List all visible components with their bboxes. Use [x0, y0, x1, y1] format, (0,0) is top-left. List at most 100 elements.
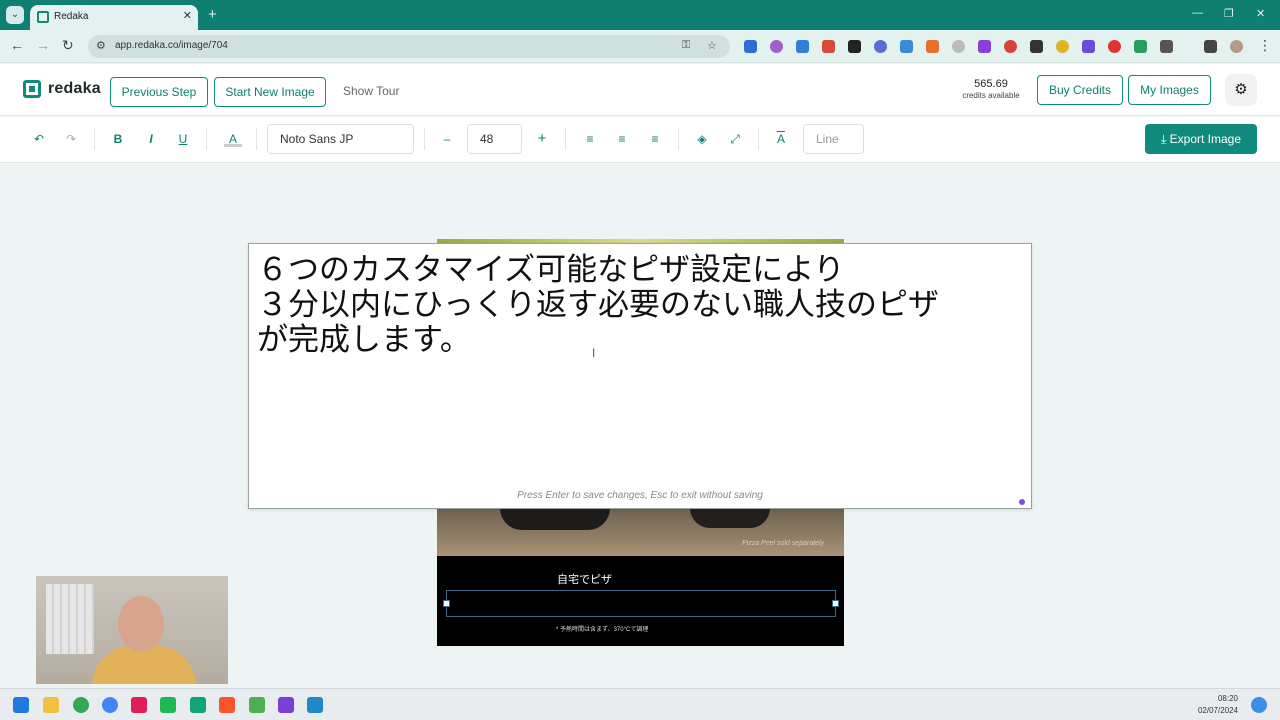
text-editor-overlay[interactable]: ６つのカスタマイズ可能なピザ設定により ３分以内にひっくり返す必要のない職人技の…: [248, 243, 1032, 509]
editor-line[interactable]: ６つのカスタマイズ可能なピザ設定により: [257, 253, 1027, 288]
chrome-icon[interactable]: [102, 697, 118, 713]
url-text[interactable]: app.redaka.co/image/704: [115, 40, 228, 51]
back-icon[interactable]: ←: [10, 37, 24, 53]
extension-icon[interactable]: [1108, 40, 1121, 53]
toolbar-divider: [206, 128, 207, 150]
align-left-icon[interactable]: ≡: [581, 131, 599, 147]
extension-icon[interactable]: [1056, 40, 1069, 53]
app-icon[interactable]: [249, 697, 265, 713]
image-heading-text[interactable]: 自宅でピザ: [557, 571, 612, 587]
reload-icon[interactable]: ↻: [62, 37, 74, 54]
credits-value: 565.69: [974, 78, 1008, 90]
fit-expand-icon[interactable]: ⤢: [726, 131, 744, 147]
extension-icon[interactable]: [1134, 40, 1147, 53]
image-photo: [437, 508, 844, 556]
editor-line[interactable]: ３分以内にひっくり返す必要のない職人技のピザ: [257, 288, 1027, 323]
export-image-button[interactable]: ⤓ Export Image: [1145, 124, 1257, 154]
taskbar-date[interactable]: 02/07/2024: [1186, 706, 1238, 715]
credits-label: credits available: [962, 91, 1020, 100]
tab-close-icon[interactable]: ✕: [183, 9, 192, 22]
start-new-image-button[interactable]: Start New Image: [214, 77, 326, 107]
extension-icon[interactable]: [1004, 40, 1017, 53]
slack-icon[interactable]: [131, 697, 147, 713]
my-images-button[interactable]: My Images: [1128, 75, 1211, 105]
tab-title: Redaka: [54, 11, 89, 22]
browser-tab-strip: ⌄ Redaka ✕ + — ❐ ✕: [0, 0, 1280, 30]
window-close-icon[interactable]: ✕: [1256, 7, 1265, 20]
minimize-icon[interactable]: —: [1192, 7, 1203, 19]
puzzle-icon[interactable]: [1160, 40, 1173, 53]
buy-credits-button[interactable]: Buy Credits: [1037, 75, 1123, 105]
restore-icon[interactable]: ❐: [1224, 7, 1234, 20]
align-right-icon[interactable]: ≡: [646, 131, 664, 147]
image-photo-object: [500, 508, 610, 530]
extension-icon[interactable]: [874, 40, 887, 53]
app-icon[interactable]: [160, 697, 176, 713]
toolbar-divider: [758, 128, 759, 150]
browser-tab[interactable]: Redaka ✕: [30, 5, 198, 30]
font-size-increase-button[interactable]: +: [533, 131, 551, 147]
downloads-icon[interactable]: [1204, 40, 1217, 53]
bookmark-star-icon[interactable]: ☆: [707, 39, 717, 52]
extension-icon[interactable]: [952, 40, 965, 53]
toolbar-divider: [256, 128, 257, 150]
taskbar-time[interactable]: 08:20: [1196, 694, 1238, 703]
password-key-icon[interactable]: ⚿: [682, 39, 690, 52]
text-color-icon[interactable]: A: [224, 131, 242, 147]
new-tab-button[interactable]: +: [208, 6, 217, 23]
download-extension-icon[interactable]: [796, 40, 809, 53]
font-size-decrease-button[interactable]: –: [438, 131, 456, 147]
show-tour-link[interactable]: Show Tour: [343, 84, 399, 98]
resize-handle-right[interactable]: [832, 600, 839, 607]
brave-icon[interactable]: [219, 697, 235, 713]
omnibox[interactable]: ⚙ app.redaka.co/image/704 ⚿ ☆: [88, 35, 730, 58]
forward-icon[interactable]: →: [36, 37, 50, 53]
bold-icon[interactable]: B: [109, 131, 127, 147]
line-height-input[interactable]: Line: [803, 124, 864, 154]
editor-line[interactable]: が完成します。: [257, 323, 1027, 358]
extension-icon[interactable]: [822, 40, 835, 53]
windows-start-icon[interactable]: [13, 697, 29, 713]
chrome-icon[interactable]: [73, 697, 89, 713]
app-logo-text[interactable]: redaka: [48, 80, 101, 98]
settings-gear-icon[interactable]: ⚙: [1225, 74, 1257, 106]
extension-icon[interactable]: [744, 40, 757, 53]
extension-icon[interactable]: [1082, 40, 1095, 53]
previous-step-button[interactable]: Previous Step: [110, 77, 208, 107]
align-center-icon[interactable]: ≡: [613, 131, 631, 147]
editor-resize-dot[interactable]: [1019, 499, 1025, 505]
file-explorer-icon[interactable]: [43, 697, 59, 713]
toolbar-divider: [424, 128, 425, 150]
profile-avatar[interactable]: [1230, 40, 1243, 53]
image-footnote-text[interactable]: * 予熱時間は含まず、370°Cで調理: [556, 624, 648, 633]
extension-icon[interactable]: [1030, 40, 1043, 53]
layers-icon[interactable]: ◈: [693, 131, 711, 147]
toolbar-divider: [94, 128, 95, 150]
line-height-icon[interactable]: A: [772, 131, 790, 147]
app-icon[interactable]: [307, 697, 323, 713]
italic-icon[interactable]: I: [142, 131, 160, 147]
copilot-icon[interactable]: [1251, 697, 1267, 713]
editor-textarea[interactable]: ６つのカスタマイズ可能なピザ設定により ３分以内にひっくり返す必要のない職人技の…: [257, 253, 1027, 358]
undo-icon[interactable]: ↶: [30, 131, 48, 147]
redo-icon[interactable]: ↷: [62, 131, 80, 147]
app-icon[interactable]: [278, 697, 294, 713]
font-family-select[interactable]: Noto Sans JP: [267, 124, 414, 154]
extension-icon[interactable]: [770, 40, 783, 53]
tab-search-icon[interactable]: ⌄: [6, 6, 24, 24]
toolbar-divider: [678, 128, 679, 150]
resize-handle-left[interactable]: [443, 600, 450, 607]
redaka-logo-icon[interactable]: [23, 80, 41, 98]
browser-menu-icon[interactable]: ⋮: [1258, 37, 1272, 54]
extension-icon[interactable]: [978, 40, 991, 53]
k-app-icon[interactable]: [190, 697, 206, 713]
extension-icon[interactable]: [926, 40, 939, 53]
extension-icon[interactable]: [900, 40, 913, 53]
download-extension-icon[interactable]: [848, 40, 861, 53]
underline-icon[interactable]: U: [174, 131, 192, 147]
download-icon: ⤓: [1160, 132, 1167, 146]
font-size-input[interactable]: 48: [467, 124, 522, 154]
site-info-icon[interactable]: ⚙: [96, 39, 106, 52]
selected-text-box[interactable]: [446, 590, 836, 617]
toolbar-divider: [565, 128, 566, 150]
